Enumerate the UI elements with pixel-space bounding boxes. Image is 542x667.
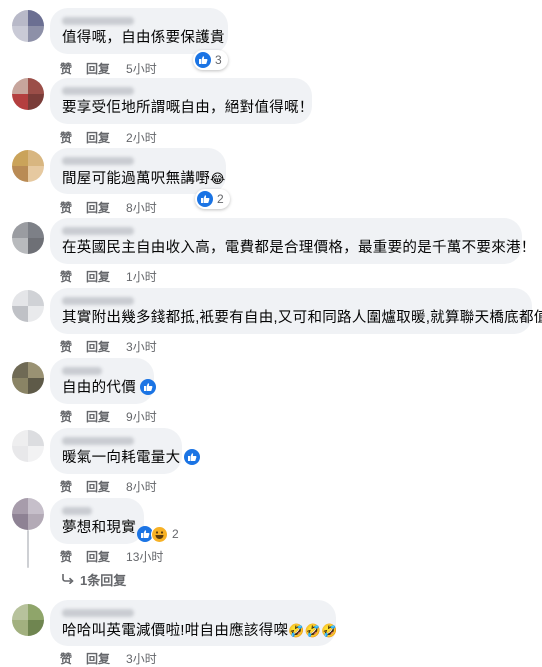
reply-button[interactable]: 回复 (86, 338, 110, 355)
reply-button[interactable]: 回复 (86, 60, 110, 77)
thumbs-up-icon (140, 379, 156, 395)
reaction-count: 2 (172, 527, 179, 541)
comment-text-body: 自由的代價 (62, 380, 136, 396)
comment-bubble: 其實附出幾多錢都抵,衹要有自由,又可和同路人圍爐取暖,就算聯天橋底都值 (50, 288, 542, 334)
avatar[interactable] (12, 604, 44, 636)
like-button[interactable]: 赞 (60, 408, 72, 425)
comment-actions: 赞 回复 3小时 (60, 650, 157, 667)
like-button[interactable]: 赞 (60, 60, 72, 77)
reaction-summary[interactable] (140, 379, 156, 395)
comment-actions: 赞 回复 8小时 (60, 199, 157, 216)
laughing-face-icon: 😂 (210, 171, 226, 186)
reply-button[interactable]: 回复 (86, 129, 110, 146)
timestamp[interactable]: 1小时 (126, 268, 157, 285)
like-button[interactable]: 赞 (60, 199, 72, 216)
comment-actions: 赞 回复 9小时 (60, 408, 157, 425)
like-button[interactable]: 赞 (60, 548, 72, 565)
avatar[interactable] (12, 10, 44, 42)
reaction-summary[interactable]: 2 (135, 524, 185, 544)
timestamp[interactable]: 8小时 (126, 199, 157, 216)
comment-bubble: 自由的代價 (50, 358, 156, 404)
comment-bubble: 在英國民主自由收入高，電費都是合理價格，最重要的是千萬不要來港！ (50, 218, 536, 264)
author-name[interactable] (62, 507, 92, 515)
comment-actions: 赞 回复 13小时 (60, 548, 163, 565)
timestamp[interactable]: 5小时 (126, 60, 157, 77)
reply-button[interactable]: 回复 (86, 548, 110, 565)
avatar[interactable] (12, 150, 44, 182)
like-button[interactable]: 赞 (60, 478, 72, 495)
author-name[interactable] (62, 157, 134, 165)
comment-text: 值得嘅，自由係要保護貴 (62, 30, 225, 46)
reaction-count: 2 (217, 192, 224, 206)
author-name[interactable] (62, 609, 134, 617)
avatar[interactable] (12, 222, 44, 254)
comment-text: 夢想和現實 (62, 520, 136, 536)
reaction-summary[interactable]: 3 (193, 50, 228, 70)
comment-text: 要享受佢地所謂嘅自由，絕對值得嘅！ (62, 100, 314, 116)
comment-bubble: 暖氣一向耗電量大 (50, 428, 201, 474)
comment-text-body: 暖氣一向耗電量大 (62, 450, 181, 466)
avatar[interactable] (12, 78, 44, 110)
comment-actions: 赞 回复 3小时 (60, 338, 157, 355)
comment-text-body: 哈哈叫英電減價啦!咁自由應該得㗎 (62, 623, 289, 639)
like-button[interactable]: 赞 (60, 129, 72, 146)
author-name[interactable] (62, 17, 134, 25)
laughing-face-icon (151, 525, 168, 543)
timestamp[interactable]: 8小时 (126, 478, 157, 495)
comment-bubble: 夢想和現實 (50, 498, 144, 544)
author-name[interactable] (62, 437, 134, 445)
thumbs-up-icon (197, 191, 213, 207)
avatar[interactable] (12, 430, 44, 462)
view-replies-link[interactable]: 1条回复 (62, 570, 126, 589)
author-name[interactable] (62, 227, 134, 235)
reply-button[interactable]: 回复 (86, 199, 110, 216)
reply-arrow-icon (62, 572, 74, 587)
like-button[interactable]: 赞 (60, 338, 72, 355)
thread-line (27, 530, 29, 568)
comment-actions: 赞 回复 5小时 (60, 60, 157, 77)
comment-text: 自由的代價 (62, 379, 156, 398)
thumbs-up-icon (184, 449, 201, 465)
timestamp[interactable]: 3小时 (126, 650, 157, 667)
timestamp[interactable]: 2小时 (126, 129, 157, 146)
comment-text: 哈哈叫英電減價啦!咁自由應該得㗎🤣🤣🤣 (62, 621, 337, 641)
reply-button[interactable]: 回复 (86, 268, 110, 285)
comment-bubble: 要享受佢地所謂嘅自由，絕對值得嘅！ (50, 78, 314, 124)
comment-actions: 赞 回复 2小时 (60, 129, 157, 146)
comment-bubble: 值得嘅，自由係要保護貴 (50, 8, 228, 54)
reaction-summary[interactable] (184, 449, 201, 465)
comment-text: 間屋可能過萬呎無講嘢😂 (62, 169, 225, 189)
reaction-count: 3 (215, 53, 222, 67)
comment-bubble: 間屋可能過萬呎無講嘢😂 (50, 148, 226, 194)
comment-text-body: 間屋可能過萬呎無講嘢 (62, 171, 210, 187)
author-name[interactable] (62, 367, 102, 375)
timestamp[interactable]: 3小时 (126, 338, 157, 355)
comment-actions: 赞 回复 8小时 (60, 478, 157, 495)
comment-bubble: 哈哈叫英電減價啦!咁自由應該得㗎🤣🤣🤣 (50, 600, 337, 646)
like-button[interactable]: 赞 (60, 268, 72, 285)
comment-actions: 赞 回复 1小时 (60, 268, 157, 285)
reply-button[interactable]: 回复 (86, 408, 110, 425)
avatar[interactable] (12, 498, 44, 530)
avatar[interactable] (12, 290, 44, 322)
timestamp[interactable]: 13小时 (126, 548, 163, 565)
reply-button[interactable]: 回复 (86, 650, 110, 667)
reaction-summary[interactable]: 2 (195, 189, 230, 209)
avatar[interactable] (12, 362, 44, 394)
comment-text: 暖氣一向耗電量大 (62, 449, 201, 468)
author-name[interactable] (62, 297, 134, 305)
comment-text: 其實附出幾多錢都抵,衹要有自由,又可和同路人圍爐取暖,就算聯天橋底都值 (62, 310, 542, 326)
like-button[interactable]: 赞 (60, 650, 72, 667)
author-name[interactable] (62, 87, 134, 95)
rolling-on-floor-laughing-icon: 🤣🤣🤣 (288, 623, 338, 638)
view-replies-label: 1条回复 (80, 573, 127, 588)
comment-text: 在英國民主自由收入高，電費都是合理價格，最重要的是千萬不要來港！ (62, 240, 536, 256)
reply-button[interactable]: 回复 (86, 478, 110, 495)
thumbs-up-icon (195, 52, 211, 68)
timestamp[interactable]: 9小时 (126, 408, 157, 425)
